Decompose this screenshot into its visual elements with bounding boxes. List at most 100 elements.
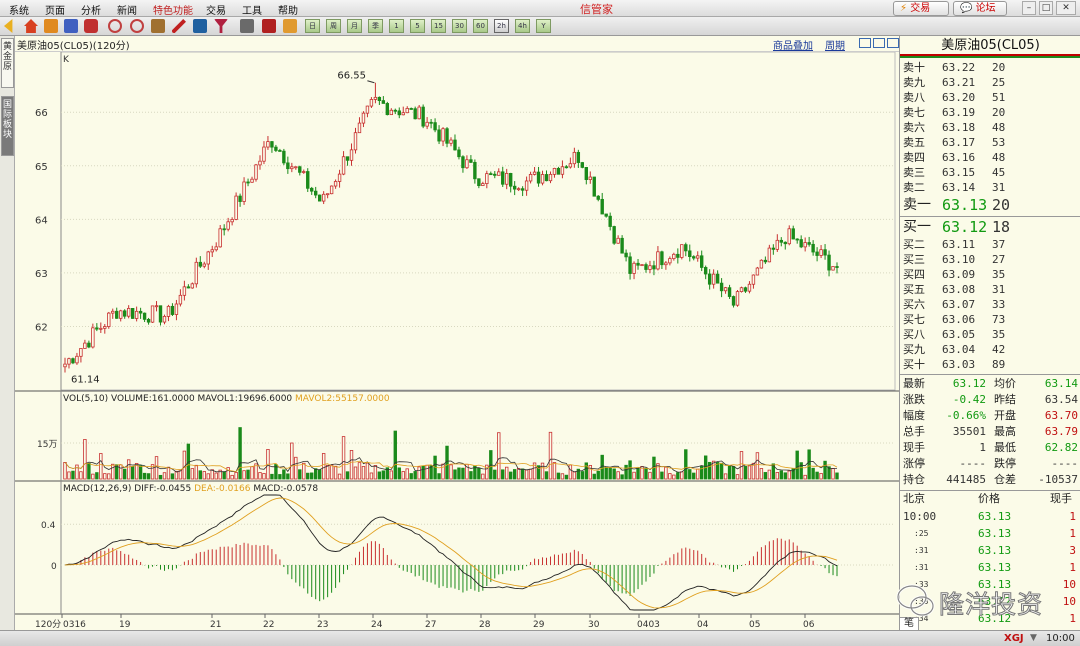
bid-row[interactable]: 买二 63.11 37 [900,237,1080,252]
bid-row[interactable]: 买八 63.05 35 [900,327,1080,342]
volume-bar [493,469,497,480]
period-60min-button[interactable]: 60 [473,19,488,33]
period-week-button[interactable]: 周 [326,19,341,33]
zoom-out-icon[interactable] [130,19,144,33]
ask-row[interactable]: 卖二 63.14 31 [900,180,1080,195]
menu-analysis[interactable]: 分析 [81,2,101,17]
ob-label: 买九 [903,343,925,356]
page-icon[interactable] [44,19,58,33]
volume-bar [238,427,242,480]
date-tick-label: 21 [210,620,221,630]
volume-bar [401,471,405,480]
ob-price: 63.21 [942,76,976,89]
bid-row[interactable]: 买一 63.12 18 [900,217,1080,237]
ask-row[interactable]: 卖三 63.15 45 [900,165,1080,180]
maximize-icon[interactable]: □ [1039,1,1053,15]
candle-body [735,291,740,306]
commodity-overlay-link[interactable]: 商品叠加 [773,37,813,52]
bid-row[interactable]: 买六 63.07 33 [900,297,1080,312]
period-year-button[interactable]: Y [536,19,551,33]
candle-body [337,173,342,182]
menu-trade[interactable]: 交易 [206,2,226,17]
bid-row[interactable]: 买七 63.06 73 [900,312,1080,327]
period-month-button[interactable]: 月 [347,19,362,33]
volume-bar [588,465,592,480]
pencil-icon[interactable] [172,19,186,33]
back-arrow-icon[interactable] [4,19,13,33]
ask-row[interactable]: 卖六 63.18 48 [900,120,1080,135]
trade-button[interactable]: ⚡ 交易 [893,1,949,16]
tab-gold-crude[interactable]: 黄金原 [1,38,14,88]
ob-volume: 25 [992,76,1006,89]
volume-bar [823,460,827,480]
period-link[interactable]: 周期 [825,37,845,52]
volume-bar [743,466,748,480]
period-15min-button[interactable]: 15 [431,19,446,33]
home-icon[interactable] [24,19,38,33]
volume-bar [449,464,453,480]
close-icon[interactable]: ✕ [1056,1,1076,15]
menu-help[interactable]: 帮助 [278,2,298,17]
menu-tools[interactable]: 工具 [242,2,262,17]
volume-bar [560,473,565,480]
menu-page[interactable]: 页面 [45,2,65,17]
minute-chart-icon[interactable] [283,19,297,33]
forum-button-label: 论坛 [975,3,996,14]
ask-row[interactable]: 卖四 63.16 48 [900,150,1080,165]
menu-special-features[interactable]: 特色功能 [153,2,193,17]
bid-row[interactable]: 买九 63.04 42 [900,342,1080,357]
ask-row[interactable]: 卖八 63.20 51 [900,90,1080,105]
minimize-icon[interactable]: – [1022,1,1036,15]
bid-row[interactable]: 买四 63.09 35 [900,267,1080,282]
bid-row[interactable]: 买五 63.08 31 [900,282,1080,297]
chart-line-icon[interactable] [262,19,276,33]
forum-button[interactable]: 💬 论坛 [953,1,1007,16]
period-1min-button[interactable]: 1 [389,19,404,33]
bid-row[interactable]: 买三 63.10 27 [900,252,1080,267]
menu-system[interactable]: 系统 [9,2,29,17]
candle-body [580,162,585,168]
candle-body [111,310,115,314]
zoom-in-icon[interactable] [108,19,122,33]
chart-layout-icon[interactable] [859,38,871,48]
candle-body [831,266,835,271]
ask-row[interactable]: 卖五 63.17 53 [900,135,1080,150]
tab-international-sector[interactable]: 国际板块 [1,96,14,156]
ask-row[interactable]: 卖一 63.13 20 [900,195,1080,215]
chart-fullscreen-icon[interactable] [887,38,899,48]
candle-body [588,176,592,180]
menu-news[interactable]: 新闻 [117,2,137,17]
volume-bar [676,472,680,480]
volume-bar [107,473,111,480]
ob-volume: 20 [992,61,1006,74]
ob-label: 买五 [903,283,925,296]
volume-bar [580,471,585,480]
period-day-button[interactable]: 日 [305,19,320,33]
candle-body [600,198,604,215]
ob-price: 63.22 [942,61,976,74]
filter-icon[interactable] [214,19,228,33]
volume-bar [819,473,823,480]
ob-label: 买一 [903,219,931,235]
ask-row[interactable]: 卖七 63.19 20 [900,105,1080,120]
period-4h-button[interactable]: 4h [515,19,530,33]
volume-bar [783,472,787,480]
kline-chart[interactable]: K 66 65 64 63 62 66.55 61.14 VOL(5,10) VOLUME:16… [15,52,899,630]
chart-expand-icon[interactable] [873,38,885,48]
period-2h-button[interactable]: 2h [494,19,509,33]
candle-body [811,243,815,253]
period-5min-button[interactable]: 5 [410,19,425,33]
candle-body [302,171,306,173]
lock-icon[interactable] [151,19,165,33]
layout-icon[interactable] [64,19,78,33]
list-icon[interactable] [84,19,98,33]
paint-icon[interactable] [193,19,207,33]
period-quarter-button[interactable]: 季 [368,19,383,33]
ask-row[interactable]: 卖十 63.22 20 [900,60,1080,75]
candle-body [823,249,827,256]
period-30min-button[interactable]: 30 [452,19,467,33]
candle-body [572,151,577,165]
bid-row[interactable]: 买十 63.03 89 [900,357,1080,372]
ask-row[interactable]: 卖九 63.21 25 [900,75,1080,90]
table-icon[interactable] [240,19,254,33]
